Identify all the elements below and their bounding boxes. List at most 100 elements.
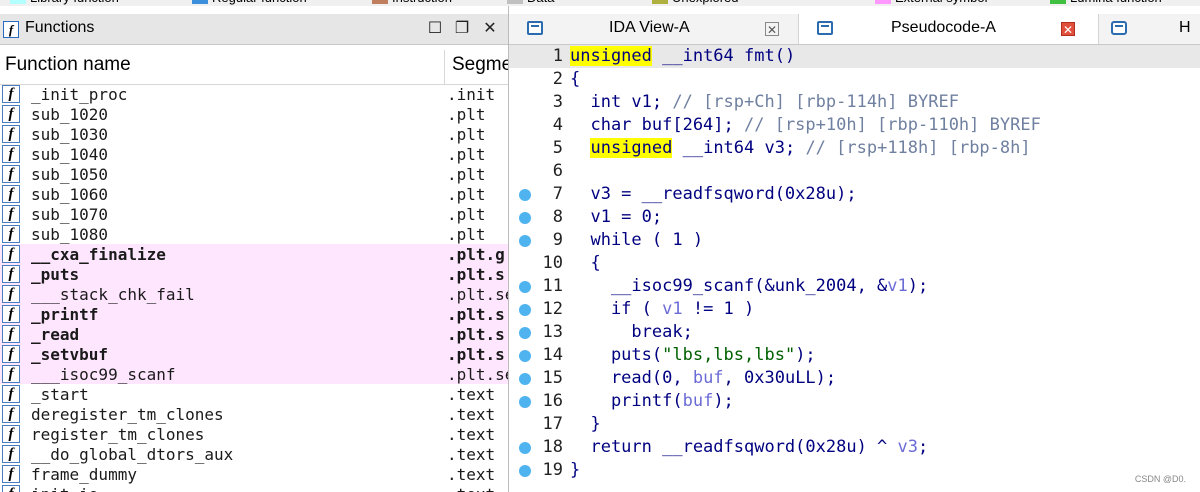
line-number: 10	[542, 253, 563, 273]
function-icon: f	[2, 145, 20, 163]
code-line[interactable]: 4 char buf[264]; // [rsp+10h] [rbp-110h]…	[509, 114, 1200, 137]
pseudocode-view[interactable]: 19} 18 return __readfsqword(0x28u) ^ v3; 1…	[509, 45, 1200, 492]
close-icon[interactable]: ✕	[480, 18, 500, 38]
function-icon: f	[2, 345, 20, 363]
function-segment: .text	[447, 385, 496, 404]
functions-title-bar: f Functions ☐ ❐ ✕	[0, 14, 508, 45]
function-row[interactable]: f _printf .plt.s	[0, 304, 508, 324]
function-segment: .plt.s	[447, 305, 505, 324]
function-segment: .plt.s	[447, 345, 505, 364]
function-row[interactable]: f __cxa_finalize .plt.g	[0, 244, 508, 264]
function-row[interactable]: f __do_global_dtors_aux .text	[0, 444, 508, 464]
code-line[interactable]: 18 return __readfsqword(0x28u) ^ v3;	[509, 436, 1200, 459]
function-row[interactable]: f ___isoc99_scanf .plt.se	[0, 364, 508, 384]
code-line[interactable]: 17 }	[509, 413, 1200, 436]
line-number: 16	[542, 391, 563, 411]
function-row[interactable]: f sub_1080 .plt	[0, 224, 508, 244]
breakpoint-dot-icon[interactable]	[519, 281, 531, 293]
function-icon: f	[2, 105, 20, 123]
tab-close-icon[interactable]: ✕	[765, 22, 779, 37]
breakpoint-dot-icon[interactable]	[519, 235, 531, 247]
line-number: 4	[552, 115, 563, 135]
function-row[interactable]: f _start .text	[0, 384, 508, 404]
code-line[interactable]: 2{	[509, 68, 1200, 91]
function-row[interactable]: f register_tm_clones .text	[0, 424, 508, 444]
function-row[interactable]: f _setvbuf .plt.s	[0, 344, 508, 364]
code-line[interactable]: 15 read(0, buf, 0x30uLL);	[509, 367, 1200, 390]
breakpoint-dot-icon[interactable]	[519, 350, 531, 362]
code-line[interactable]: 6	[509, 160, 1200, 183]
code-line[interactable]: 13 break;	[509, 321, 1200, 344]
code-text: printf(buf);	[570, 391, 734, 411]
function-row[interactable]: f frame_dummy .text	[0, 464, 508, 484]
function-icon: f	[2, 445, 20, 463]
breakpoint-dot-icon[interactable]	[519, 442, 531, 454]
code-line[interactable]: 11 __isoc99_scanf(&unk_2004, &v1);	[509, 275, 1200, 298]
function-segment: .plt.se	[447, 285, 509, 304]
function-row[interactable]: f deregister_tm_clones .text	[0, 404, 508, 424]
function-segment: .plt	[447, 145, 486, 164]
code-text: unsigned __int64 fmt()	[570, 46, 796, 66]
code-line[interactable]: 9 while ( 1 )	[509, 229, 1200, 252]
legend-swatch	[652, 0, 668, 4]
tab-label: Pseudocode-A	[891, 19, 996, 36]
column-segment[interactable]: Segme	[452, 54, 508, 76]
code-line[interactable]: 14 puts("lbs,lbs,lbs");	[509, 344, 1200, 367]
line-number: 1	[552, 46, 563, 66]
code-line[interactable]: 19}	[509, 459, 1200, 482]
tab-hex-view[interactable]: H	[1099, 14, 1200, 44]
function-icon: f	[2, 465, 20, 483]
breakpoint-dot-icon[interactable]	[519, 327, 531, 339]
minimize-icon[interactable]: ☐	[425, 18, 445, 38]
function-row[interactable]: f sub_1020 .plt	[0, 104, 508, 124]
column-function-name[interactable]: Function name	[5, 54, 131, 76]
function-row[interactable]: f sub_1030 .plt	[0, 124, 508, 144]
function-row[interactable]: f sub_1070 .plt	[0, 204, 508, 224]
code-line[interactable]: 10 {	[509, 252, 1200, 275]
tab-close-icon[interactable]: ✕	[1061, 22, 1075, 37]
breakpoint-dot-icon[interactable]	[519, 373, 531, 385]
breakpoint-dot-icon[interactable]	[519, 396, 531, 408]
code-text: }	[570, 460, 581, 480]
line-number: 6	[552, 161, 563, 181]
function-icon: f	[2, 425, 20, 443]
code-text: unsigned __int64 v3; // [rsp+118h] [rbp-…	[590, 138, 1031, 158]
legend-swatch	[875, 0, 891, 4]
function-icon: f	[2, 365, 20, 383]
column-divider[interactable]	[444, 50, 445, 84]
function-row[interactable]: f _init_proc .init	[0, 84, 508, 104]
breakpoint-dot-icon[interactable]	[519, 304, 531, 316]
function-row[interactable]: f sub_1060 .plt	[0, 184, 508, 204]
function-row[interactable]: f init_io .text	[0, 484, 508, 492]
function-segment: .text	[447, 425, 496, 444]
function-row[interactable]: f sub_1050 .plt	[0, 164, 508, 184]
tab-pseudocode-a[interactable]: Pseudocode-A ✕	[799, 14, 1099, 44]
function-row[interactable]: f _read .plt.s	[0, 324, 508, 344]
tab-ida-view-a[interactable]: IDA View-A ✕	[509, 14, 799, 44]
code-line[interactable]: 1 unsigned __int64 fmt()	[509, 45, 1200, 68]
function-segment: .plt.g	[447, 245, 505, 264]
function-segment: .plt	[447, 225, 486, 244]
function-name: sub_1080	[31, 225, 109, 244]
code-line[interactable]: 5 unsigned __int64 v3; // [rsp+118h] [rb…	[509, 137, 1200, 160]
function-icon: f	[2, 245, 20, 263]
code-line[interactable]: 3 int v1; // [rsp+Ch] [rbp-114h] BYREF	[509, 91, 1200, 114]
breakpoint-dot-icon[interactable]	[519, 212, 531, 224]
function-row[interactable]: f sub_1040 .plt	[0, 144, 508, 164]
function-name: frame_dummy	[31, 465, 137, 484]
function-icon: f	[2, 125, 20, 143]
code-line[interactable]: 12 if ( v1 != 1 )	[509, 298, 1200, 321]
code-line[interactable]: 7 v3 = __readfsqword(0x28u);	[509, 183, 1200, 206]
code-line[interactable]: 16 printf(buf);	[509, 390, 1200, 413]
breakpoint-dot-icon[interactable]	[519, 189, 531, 201]
code-line[interactable]: 8 v1 = 0;	[509, 206, 1200, 229]
function-row[interactable]: f _puts .plt.s	[0, 264, 508, 284]
functions-title: Functions	[25, 19, 95, 36]
function-name: sub_1050	[31, 165, 109, 184]
restore-icon[interactable]: ❐	[452, 18, 472, 38]
function-row[interactable]: f ___stack_chk_fail .plt.se	[0, 284, 508, 304]
function-name: sub_1030	[31, 125, 109, 144]
breakpoint-dot-icon[interactable]	[519, 465, 531, 477]
function-icon: f	[2, 485, 20, 492]
code-text: return __readfsqword(0x28u) ^ v3;	[570, 437, 929, 457]
